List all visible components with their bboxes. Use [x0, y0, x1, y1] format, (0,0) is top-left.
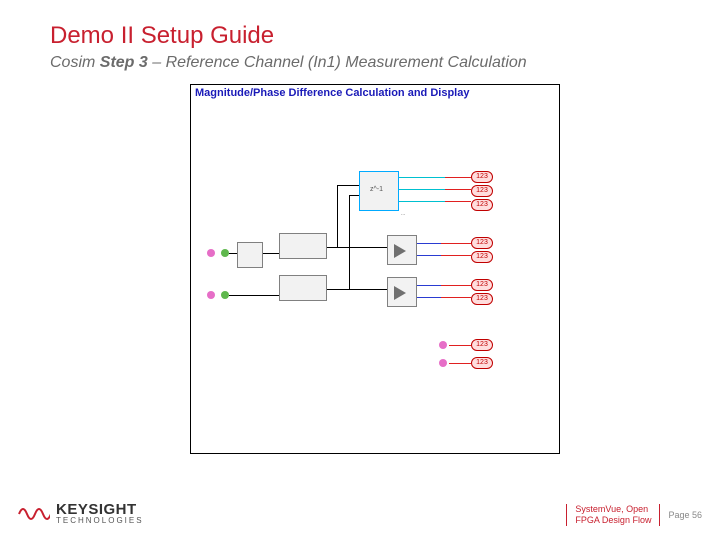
slide: Demo II Setup Guide Cosim Step 3 – Refer… [0, 0, 720, 540]
display-badge: 123 [471, 171, 493, 183]
block-proc-a [279, 233, 327, 259]
display-badge: 123 [471, 251, 493, 263]
port-in-top [207, 249, 215, 257]
wire [229, 253, 237, 254]
block-proc-b [279, 275, 327, 301]
page-number: 56 [692, 510, 702, 520]
block-amp-a [387, 235, 417, 265]
subtitle-prefix: Cosim [50, 54, 100, 71]
page-label: Page [668, 510, 692, 520]
block-delay-label: z^-1 [370, 186, 383, 193]
wire [399, 201, 445, 202]
keysight-wave-icon [18, 502, 50, 526]
wire [441, 297, 471, 298]
wire [417, 255, 441, 256]
wire [399, 189, 445, 190]
slide-subtitle: Cosim Step 3 – Reference Channel (In1) M… [50, 54, 527, 72]
wire [449, 363, 471, 364]
footer-page: Page 56 [668, 510, 702, 521]
port-lone [439, 359, 447, 367]
diagram-title: Magnitude/Phase Difference Calculation a… [195, 87, 469, 99]
footer-line2: FPGA Design Flow [575, 515, 651, 525]
block-delay: z^-1 [359, 171, 399, 211]
wire [417, 297, 441, 298]
display-badge: 123 [471, 199, 493, 211]
wire [445, 189, 471, 190]
wire [337, 185, 359, 186]
wire [441, 255, 471, 256]
footer-text: SystemVue, Open FPGA Design Flow [575, 504, 651, 526]
wire [417, 243, 441, 244]
wire [399, 177, 445, 178]
block-entry [237, 242, 263, 268]
wire [449, 345, 471, 346]
diagram-frame: Magnitude/Phase Difference Calculation a… [190, 84, 560, 454]
wire [441, 285, 471, 286]
wire [417, 285, 441, 286]
wire [349, 195, 359, 196]
display-badge: 123 [471, 357, 493, 369]
brand-sub: TECHNOLOGIES [56, 516, 144, 525]
wire [445, 177, 471, 178]
port-in-bot [207, 291, 215, 299]
amp-icon [394, 286, 406, 300]
display-badge: 123 [471, 237, 493, 249]
subtitle-step: Step 3 [100, 54, 148, 71]
block-amp-b [387, 277, 417, 307]
wire [229, 295, 279, 296]
wire [327, 289, 387, 290]
port-in-top-2 [221, 249, 229, 257]
display-badge: 123 [471, 185, 493, 197]
wire [349, 195, 350, 289]
wire [263, 253, 279, 254]
wire [445, 201, 471, 202]
footer: SystemVue, Open FPGA Design Flow Page 56 [558, 504, 702, 526]
signal-label: ... [401, 211, 405, 217]
footer-line1: SystemVue, Open [575, 504, 648, 514]
wire [441, 243, 471, 244]
amp-icon [394, 244, 406, 258]
subtitle-rest: – Reference Channel (In1) Measurement Ca… [148, 54, 527, 71]
footer-sep [566, 504, 567, 526]
display-badge: 123 [471, 279, 493, 291]
display-badge: 123 [471, 339, 493, 351]
footer-sep [659, 504, 660, 526]
port-in-bot-2 [221, 291, 229, 299]
brand-logo: KEYSIGHT TECHNOLOGIES [18, 502, 144, 526]
brand-name: KEYSIGHT [56, 503, 144, 516]
port-lone [439, 341, 447, 349]
display-badge: 123 [471, 293, 493, 305]
wire [337, 185, 338, 247]
wire [327, 247, 387, 248]
slide-title: Demo II Setup Guide [50, 22, 274, 50]
